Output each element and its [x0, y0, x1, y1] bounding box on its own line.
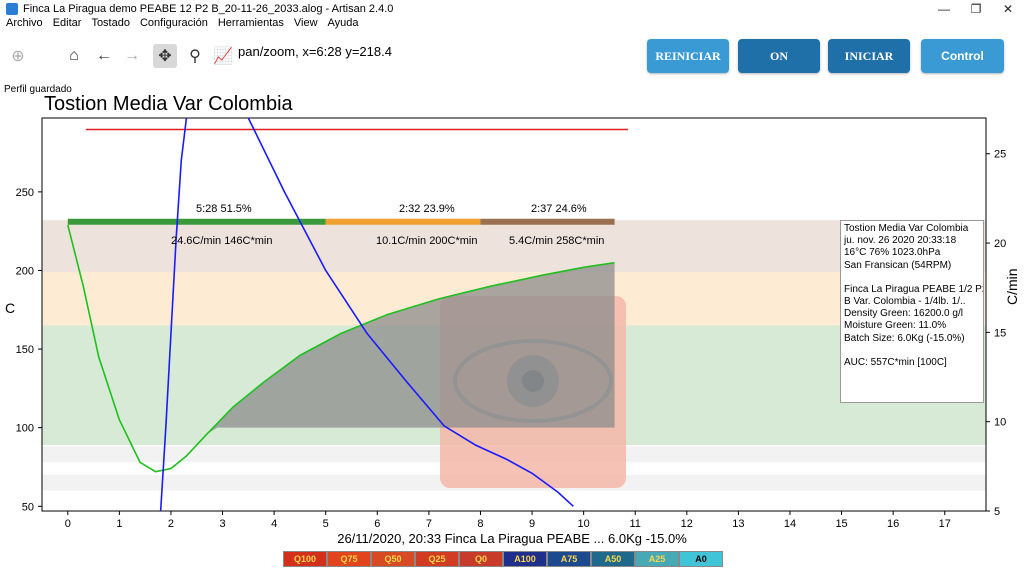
- phase2-top-label: 2:32 23.9%: [399, 203, 455, 215]
- pan-icon[interactable]: ✥: [153, 44, 177, 68]
- y-tick-label-right: 20: [994, 238, 1006, 250]
- x-tick-label: 16: [887, 518, 899, 530]
- x-tick-label: 15: [835, 518, 847, 530]
- menu-view[interactable]: View: [288, 17, 322, 33]
- x-tick-label: 8: [477, 518, 483, 530]
- chart-line-icon[interactable]: 📈: [211, 44, 235, 68]
- phase3-top-label: 2:37 24.6%: [531, 203, 587, 215]
- y-tick-label-left: 50: [22, 501, 34, 513]
- minimize-button[interactable]: —: [928, 0, 960, 17]
- y-tick-label-left: 200: [16, 265, 34, 277]
- legend-a75-button[interactable]: A75: [547, 551, 591, 567]
- roast-info-box: Tostion Media Var Colombia ju. nov. 26 2…: [840, 220, 984, 403]
- x-tick-label: 13: [732, 518, 744, 530]
- legend-q100-button[interactable]: Q100: [283, 551, 327, 567]
- y-tick-label-right: 25: [994, 149, 1006, 161]
- phase2-bottom-label: 10.1C/min 200C*min: [376, 235, 478, 247]
- add-icon[interactable]: ⊕: [6, 44, 30, 68]
- pan-zoom-status: pan/zoom, x=6:28 y=218.4: [238, 44, 392, 59]
- x-tick-label: 9: [529, 518, 535, 530]
- control-button[interactable]: Control: [921, 39, 1004, 73]
- info-line: San Fransican (54RPM): [844, 259, 952, 271]
- legend-q25-button[interactable]: Q25: [415, 551, 459, 567]
- x-tick-label: 2: [168, 518, 174, 530]
- phase1-top-label: 5:28 51.5%: [196, 203, 252, 215]
- menu-ayuda[interactable]: Ayuda: [322, 17, 363, 33]
- legend-bar: Q100 Q75 Q50 Q25 Q0 A100 A75 A50 A25 A0: [283, 551, 723, 567]
- back-arrow-icon[interactable]: ←: [92, 44, 116, 68]
- legend-q0-button[interactable]: Q0: [459, 551, 503, 567]
- info-line: Tostion Media Var Colombia: [844, 223, 969, 234]
- menu-tostado[interactable]: Tostado: [85, 17, 134, 33]
- legend-a50-button[interactable]: A50: [591, 551, 635, 567]
- x-tick-label: 0: [65, 518, 71, 530]
- close-button[interactable]: ✕: [992, 0, 1024, 17]
- reiniciar-button[interactable]: REINICIAR: [647, 39, 729, 73]
- legend-q75-button[interactable]: Q75: [327, 551, 371, 567]
- menu-editar[interactable]: Editar: [47, 17, 86, 33]
- info-line: Density Green: 16200.0 g/l: [844, 308, 963, 320]
- x-tick-label: 17: [939, 518, 951, 530]
- title-bar: Finca La Piragua demo PEABE 12 P2 B_20-1…: [0, 0, 1024, 17]
- info-line: Moisture Green: 11.0%: [844, 320, 947, 332]
- y-tick-label-left: 100: [16, 423, 34, 435]
- y-tick-label-right: 15: [994, 327, 1006, 339]
- home-icon[interactable]: ⌂: [62, 44, 86, 68]
- info-line: 16°C 76% 1023.0hPa: [844, 247, 941, 259]
- menu-archivo[interactable]: Archivo: [0, 17, 47, 33]
- info-line: ju. nov. 26 2020 20:33:18: [844, 235, 957, 247]
- zoom-icon[interactable]: ⚲: [183, 44, 207, 68]
- legend-a100-button[interactable]: A100: [503, 551, 547, 567]
- x-tick-label: 3: [219, 518, 225, 530]
- artisan-app-icon: [6, 2, 18, 15]
- x-tick-label: 12: [681, 518, 693, 530]
- menu-configuracion[interactable]: Configuración: [134, 17, 212, 33]
- x-tick-label: 7: [426, 518, 432, 530]
- info-line: B Var. Colombia - 1/4lb. 1/..: [844, 296, 966, 308]
- info-line: AUC: 557C*min [100C]: [844, 356, 947, 368]
- forward-arrow-icon[interactable]: →: [120, 44, 144, 68]
- x-tick-label: 11: [630, 518, 641, 530]
- x-tick-label: 1: [116, 518, 122, 530]
- x-tick-label: 6: [374, 518, 380, 530]
- info-line: Finca La Piragua PEABE 1/2 P2: [844, 283, 984, 295]
- y-tick-label-left: 150: [16, 344, 34, 356]
- x-tick-label: 4: [271, 518, 277, 530]
- window-title: Finca La Piragua demo PEABE 12 P2 B_20-1…: [23, 2, 394, 15]
- info-line: [844, 345, 980, 357]
- x-tick-label: 10: [578, 518, 590, 530]
- y-tick-label-right: 5: [994, 506, 1000, 518]
- phase3-bottom-label: 5.4C/min 258C*min: [509, 235, 605, 247]
- iniciar-button[interactable]: INICIAR: [828, 39, 910, 73]
- maximize-button[interactable]: ❐: [960, 0, 992, 17]
- info-line: [844, 272, 980, 284]
- chart-footer: 26/11/2020, 20:33 Finca La Piragua PEABE…: [337, 531, 687, 546]
- menu-bar: Archivo Editar Tostado Configuración Her…: [0, 17, 1024, 33]
- legend-a0-button[interactable]: A0: [679, 551, 723, 567]
- x-tick-label: 5: [323, 518, 329, 530]
- info-line: Batch Size: 6.0Kg (-15.0%): [844, 332, 965, 344]
- y-tick-label-left: 250: [16, 187, 34, 199]
- on-button[interactable]: ON: [738, 39, 820, 73]
- x-tick-label: 14: [784, 518, 796, 530]
- y-tick-label-right: 10: [994, 417, 1006, 429]
- phase1-bottom-label: 24.6C/min 146C*min: [171, 235, 273, 247]
- legend-a25-button[interactable]: A25: [635, 551, 679, 567]
- menu-herramientas[interactable]: Herramientas: [212, 17, 288, 33]
- legend-q50-button[interactable]: Q50: [371, 551, 415, 567]
